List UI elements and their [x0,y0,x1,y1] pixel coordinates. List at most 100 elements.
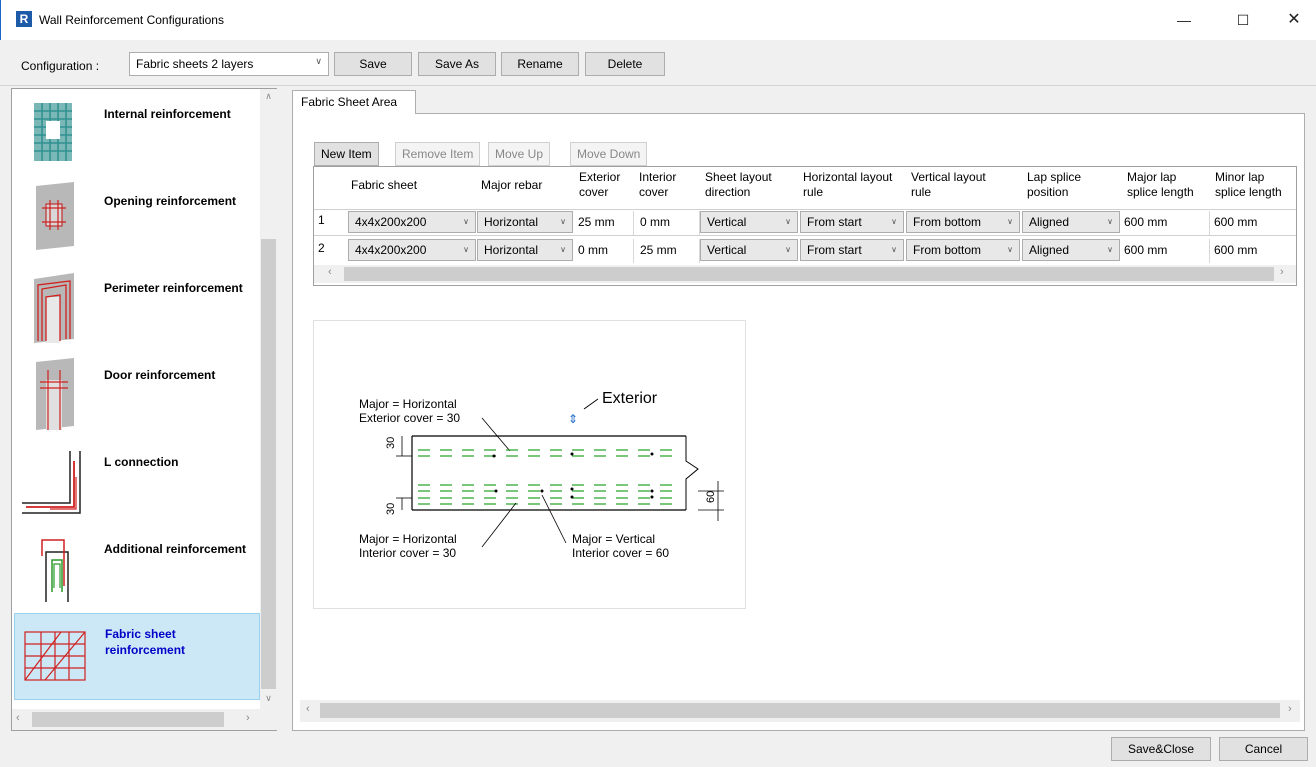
cancel-button[interactable]: Cancel [1219,737,1308,761]
horizontal-layout-rule-dropdown[interactable]: From start ∨ [800,211,904,233]
minor-lap-splice-length-cell[interactable]: 600 mm [1210,211,1296,235]
fabric-sheet-icon [24,631,86,681]
dropdown-value: From start [807,243,862,257]
reinforcement-type-list[interactable]: Internal reinforcement Opening reinforce… [11,88,277,731]
sidebar-item-door-reinforcement[interactable]: Door reinforcement [14,350,260,437]
direction-arrow-icon: ⇕ [568,412,578,426]
vertical-layout-rule-dropdown[interactable]: From bottom ∨ [906,211,1020,233]
exterior-cover-cell[interactable]: 25 mm [574,211,634,235]
new-item-button[interactable]: New Item [314,142,379,166]
panel-scroll-thumb[interactable] [320,703,1280,718]
column-header: Vertical layout rule [911,170,986,199]
vertical-cover-label: Interior cover = 60 [572,546,669,560]
save-close-button[interactable]: Save&Close [1111,737,1211,761]
dropdown-value: 4x4x200x200 [355,215,427,229]
bottom-major-label: Major = Horizontal [359,532,457,546]
exterior-cover-cell[interactable]: 0 mm [574,239,634,263]
dim-60: 60 [705,491,717,503]
dropdown-value: Horizontal [484,215,539,229]
scroll-right-icon[interactable]: › [1280,266,1284,278]
scroll-right-icon[interactable]: › [246,712,250,724]
maximize-button[interactable]: ☐ [1220,0,1266,40]
scroll-right-icon[interactable]: › [1288,703,1292,715]
dropdown-value: Aligned [1029,215,1070,229]
grid-divider [314,209,1296,210]
chevron-down-icon: ∨ [1007,245,1013,254]
sidebar-hscroll-thumb[interactable] [32,712,224,727]
delete-button[interactable]: Delete [585,52,665,76]
chevron-down-icon: ∨ [315,56,322,66]
major-rebar-dropdown[interactable]: Horizontal ∨ [477,239,573,261]
bottom-cover-label: Interior cover = 30 [359,546,456,560]
additional-reinforcement-icon [41,539,69,602]
chevron-down-icon: ∨ [891,245,897,254]
sidebar-item-label: Internal reinforcement [104,107,231,121]
window-title: Wall Reinforcement Configurations [39,13,224,27]
sidebar-horizontal-scrollbar[interactable]: ‹ › [12,709,277,730]
top-cover-label: Exterior cover = 30 [359,411,460,425]
sidebar-item-label: L connection [104,455,179,469]
column-header: Major lap splice length [1127,170,1194,199]
interior-cover-cell[interactable]: 25 mm [636,239,700,263]
save-as-button[interactable]: Save As [418,52,496,76]
lap-splice-position-dropdown[interactable]: Aligned ∨ [1022,211,1120,233]
sidebar-item-additional-reinforcement[interactable]: Additional reinforcement [14,524,260,611]
column-header: Lap splice position [1027,170,1082,199]
major-lap-splice-length-cell[interactable]: 600 mm [1120,239,1210,263]
chevron-down-icon: ∨ [785,245,791,254]
sidebar-item-l-connection[interactable]: L connection [14,437,260,524]
panel-horizontal-scrollbar[interactable]: ‹ › [300,700,1300,722]
minor-lap-splice-length-cell[interactable]: 600 mm [1210,239,1296,263]
tab-fabric-sheet-area[interactable]: Fabric Sheet Area [292,90,416,114]
vertical-layout-rule-dropdown[interactable]: From bottom ∨ [906,239,1020,261]
sidebar-item-opening-reinforcement[interactable]: Opening reinforcement [14,176,260,263]
horizontal-layout-rule-dropdown[interactable]: From start ∨ [800,239,904,261]
grid-horizontal-scrollbar[interactable]: ‹ › [314,265,1296,283]
move-down-button[interactable]: Move Down [570,142,648,166]
sidebar-item-label: Fabric sheet reinforcement [105,627,186,657]
scroll-left-icon[interactable]: ‹ [306,703,310,715]
chevron-down-icon: ∨ [463,217,469,226]
exterior-label: Exterior [602,390,658,407]
sidebar-item-label: Perimeter reinforcement [104,281,243,295]
sheet-layout-direction-dropdown[interactable]: Vertical ∨ [700,239,798,261]
move-up-button[interactable]: Move Up [488,142,551,166]
major-rebar-dropdown[interactable]: Horizontal ∨ [477,211,573,233]
fabric-sheet-dropdown[interactable]: 4x4x200x200 ∨ [348,211,476,233]
sidebar-item-fabric-sheet-reinforcement[interactable]: Fabric sheet reinforcement [14,613,260,700]
sheet-layout-direction-dropdown[interactable]: Vertical ∨ [700,211,798,233]
row-number: 2 [318,241,325,255]
close-button[interactable]: ✕ [1271,0,1316,40]
sidebar-item-perimeter-reinforcement[interactable]: Perimeter reinforcement [14,263,260,350]
lap-splice-position-dropdown[interactable]: Aligned ∨ [1022,239,1120,261]
remove-item-button[interactable]: Remove Item [395,142,481,166]
sidebar-vertical-scrollbar[interactable]: ∧ ∨ [260,89,277,709]
fabric-sheet-dropdown[interactable]: 4x4x200x200 ∨ [348,239,476,261]
major-lap-splice-length-cell[interactable]: 600 mm [1120,211,1210,235]
dropdown-value: Horizontal [484,243,539,257]
chevron-down-icon: ∨ [891,217,897,226]
sidebar-item-internal-reinforcement[interactable]: Internal reinforcement [14,89,260,176]
configuration-label: Configuration : [21,59,100,73]
chevron-down-icon: ∨ [1107,245,1113,254]
rename-button[interactable]: Rename [501,52,579,76]
sidebar-item-label: Opening reinforcement [104,194,237,208]
chevron-down-icon: ∨ [560,217,566,226]
title-bar: R Wall Reinforcement Configurations — ☐ … [0,0,1316,40]
configuration-select[interactable]: Fabric sheets 2 layers ∨ [129,52,329,76]
internal-reinforcement-icon [34,103,72,161]
sidebar-scroll-thumb[interactable] [261,239,276,689]
save-button[interactable]: Save [334,52,412,76]
fabric-sheet-grid: Fabric sheet Major rebar Exterior cover … [313,166,1297,286]
grid-scroll-thumb[interactable] [344,267,1274,281]
minimize-button[interactable]: — [1161,0,1207,40]
scroll-left-icon[interactable]: ‹ [16,712,20,724]
scroll-down-icon[interactable]: ∨ [260,693,277,704]
scroll-left-icon[interactable]: ‹ [328,266,332,278]
interior-cover-cell[interactable]: 0 mm [636,211,700,235]
column-header: Minor lap splice length [1215,170,1282,199]
chevron-down-icon: ∨ [1107,217,1113,226]
sidebar-item-label: Additional reinforcement [104,542,247,556]
column-header: Sheet layout direction [705,170,772,199]
scroll-up-icon[interactable]: ∧ [260,91,277,102]
